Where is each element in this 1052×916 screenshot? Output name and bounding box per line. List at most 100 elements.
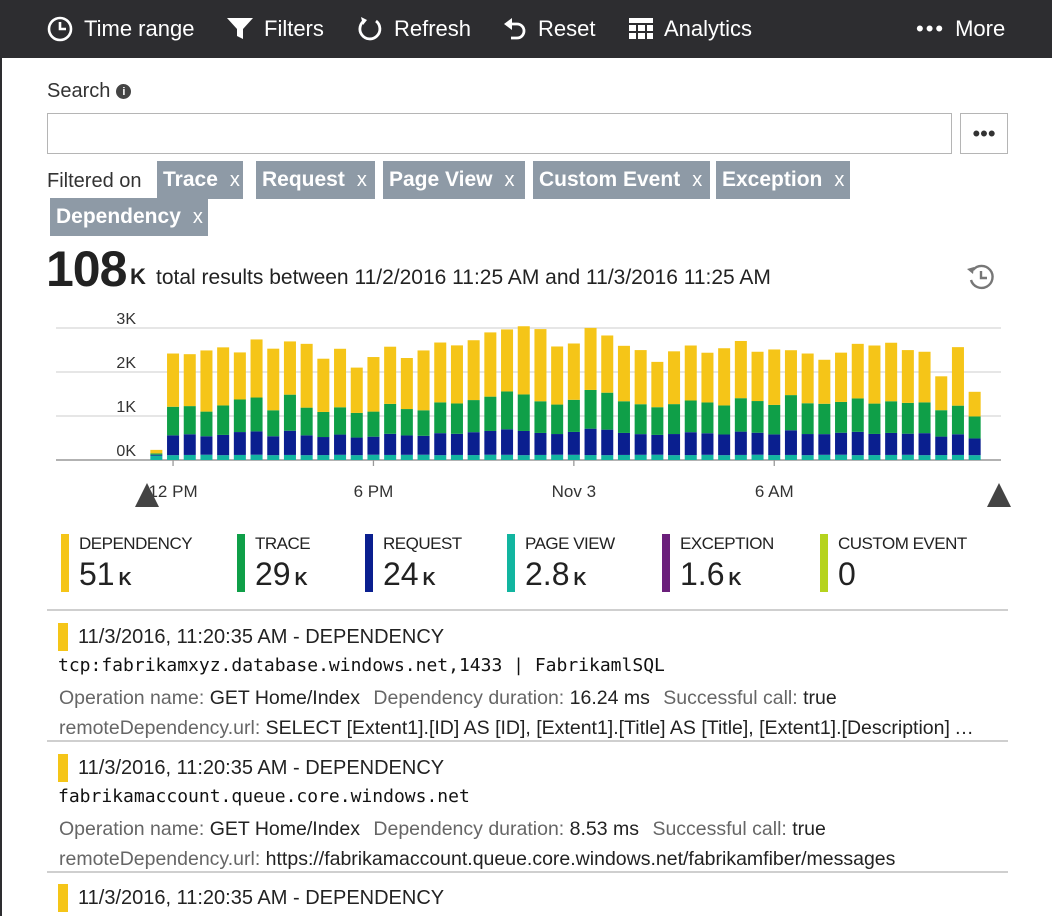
- bar-segment-page-view[interactable]: [634, 454, 647, 460]
- bar-segment-page-view[interactable]: [450, 454, 463, 460]
- bar-segment-dependency[interactable]: [300, 343, 313, 408]
- bar-segment-trace[interactable]: [384, 403, 397, 434]
- bar-segment-dependency[interactable]: [951, 347, 964, 406]
- bar-segment-page-view[interactable]: [517, 455, 530, 460]
- bar-segment-dependency[interactable]: [968, 391, 981, 417]
- bar-segment-request[interactable]: [968, 438, 981, 456]
- bar-segment-dependency[interactable]: [734, 340, 747, 399]
- bar-segment-dependency[interactable]: [517, 326, 530, 395]
- bar-segment-trace[interactable]: [651, 407, 664, 435]
- bar-segment-request[interactable]: [651, 434, 664, 455]
- bar-segment-page-view[interactable]: [718, 455, 731, 460]
- search-options-button[interactable]: •••: [960, 113, 1008, 154]
- bar-segment-trace[interactable]: [734, 398, 747, 432]
- bar-segment-dependency[interactable]: [684, 345, 697, 401]
- bar-segment-request[interactable]: [684, 432, 697, 456]
- bar-segment-dependency[interactable]: [283, 341, 296, 395]
- search-input[interactable]: [47, 113, 952, 154]
- bar-segment-request[interactable]: [217, 434, 230, 456]
- bar-segment-dependency[interactable]: [601, 335, 614, 393]
- bar-segment-request[interactable]: [183, 434, 196, 455]
- bar-segment-dependency[interactable]: [367, 357, 380, 412]
- bar-segment-dependency[interactable]: [818, 359, 831, 404]
- bar-segment-trace[interactable]: [417, 410, 430, 436]
- bar-segment-page-view[interactable]: [668, 455, 681, 460]
- time-range-button[interactable]: Time range: [46, 0, 194, 58]
- bar-segment-trace[interactable]: [484, 396, 497, 431]
- bar-segment-dependency[interactable]: [400, 358, 413, 410]
- bar-segment-request[interactable]: [801, 434, 814, 456]
- remove-filter-icon[interactable]: x: [193, 206, 203, 229]
- bar-segment-request[interactable]: [901, 433, 914, 455]
- bar-segment-request[interactable]: [334, 434, 347, 455]
- bar-segment-page-view[interactable]: [417, 454, 430, 460]
- bar-segment-trace[interactable]: [701, 402, 714, 434]
- bar-segment-request[interactable]: [367, 436, 380, 455]
- bar-segment-request[interactable]: [818, 434, 831, 455]
- range-end-handle[interactable]: [987, 483, 1011, 507]
- bar-segment-dependency[interactable]: [434, 342, 447, 403]
- bar-segment-request[interactable]: [484, 430, 497, 455]
- bar-segment-dependency[interactable]: [200, 350, 213, 412]
- bar-segment-request[interactable]: [935, 436, 948, 456]
- bar-segment-trace[interactable]: [634, 404, 647, 435]
- bar-segment-request[interactable]: [784, 430, 797, 455]
- bar-segment-page-view[interactable]: [935, 455, 948, 460]
- bar-segment-trace[interactable]: [617, 401, 630, 433]
- bar-segment-dependency[interactable]: [267, 348, 280, 411]
- bar-segment-page-view[interactable]: [350, 455, 363, 460]
- result-item[interactable]: 11/3/2016, 11:20:35 AM - DEPENDENCY tcp:…: [58, 623, 1008, 739]
- bar-segment-trace[interactable]: [467, 400, 480, 433]
- bar-segment-dependency[interactable]: [334, 348, 347, 408]
- more-button[interactable]: ••• More: [916, 0, 1005, 58]
- bar-segment-page-view[interactable]: [901, 454, 914, 460]
- bar-segment-page-view[interactable]: [768, 455, 781, 460]
- bar-segment-dependency[interactable]: [868, 345, 881, 404]
- bar-segment-trace[interactable]: [668, 404, 681, 435]
- bar-segment-request[interactable]: [267, 436, 280, 456]
- bar-segment-trace[interactable]: [450, 403, 463, 434]
- bar-segment-trace[interactable]: [501, 391, 514, 430]
- bar-segment-request[interactable]: [885, 432, 898, 455]
- info-icon[interactable]: i: [116, 84, 132, 99]
- bar-segment-page-view[interactable]: [467, 455, 480, 460]
- remove-filter-icon[interactable]: x: [357, 169, 367, 192]
- filter-chip-trace[interactable]: Trace x: [157, 161, 243, 199]
- bar-segment-page-view[interactable]: [267, 455, 280, 460]
- bar-segment-trace[interactable]: [935, 410, 948, 437]
- bar-segment-trace[interactable]: [400, 409, 413, 436]
- bar-segment-trace[interactable]: [167, 406, 180, 436]
- bar-segment-dependency[interactable]: [617, 345, 630, 402]
- bar-segment-request[interactable]: [634, 434, 647, 455]
- bar-segment-page-view[interactable]: [918, 455, 931, 460]
- bar-segment-page-view[interactable]: [167, 455, 180, 460]
- bar-segment-request[interactable]: [668, 434, 681, 456]
- bar-segment-trace[interactable]: [768, 404, 781, 435]
- bar-segment-request[interactable]: [835, 432, 848, 455]
- bar-segment-page-view[interactable]: [217, 455, 230, 460]
- bar-segment-dependency[interactable]: [551, 346, 564, 405]
- bar-segment-trace[interactable]: [217, 405, 230, 435]
- remove-filter-icon[interactable]: x: [692, 169, 702, 192]
- bar-segment-request[interactable]: [250, 431, 263, 455]
- bar-segment-trace[interactable]: [300, 407, 313, 436]
- bar-segment-request[interactable]: [300, 435, 313, 456]
- bar-segment-request[interactable]: [851, 431, 864, 456]
- bar-segment-request[interactable]: [317, 437, 330, 456]
- bar-segment-request[interactable]: [150, 454, 163, 456]
- bar-segment-trace[interactable]: [918, 402, 931, 434]
- filter-chip-dependency[interactable]: Dependency x: [50, 198, 208, 236]
- remove-filter-icon[interactable]: x: [834, 169, 844, 192]
- bar-segment-trace[interactable]: [534, 401, 547, 433]
- bar-segment-trace[interactable]: [868, 403, 881, 434]
- remove-filter-icon[interactable]: x: [505, 169, 515, 192]
- bar-segment-trace[interactable]: [684, 400, 697, 433]
- bar-segment-page-view[interactable]: [818, 454, 831, 460]
- bar-segment-dependency[interactable]: [484, 332, 497, 397]
- bar-segment-page-view[interactable]: [584, 455, 597, 460]
- bar-segment-page-view[interactable]: [434, 455, 447, 460]
- bar-segment-dependency[interactable]: [150, 449, 163, 454]
- bar-segment-trace[interactable]: [267, 410, 280, 437]
- bar-segment-page-view[interactable]: [868, 455, 881, 460]
- bar-segment-trace[interactable]: [551, 404, 564, 435]
